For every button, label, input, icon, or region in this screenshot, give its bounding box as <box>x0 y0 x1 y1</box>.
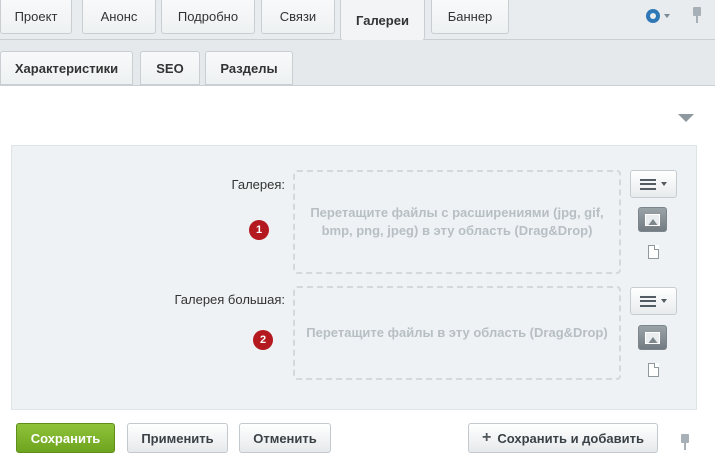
gallery-large-label: Галерея большая: <box>174 292 285 307</box>
apply-button[interactable]: Применить <box>127 423 228 453</box>
tab-project[interactable]: Проект <box>0 0 72 34</box>
gallery-label: Галерея: <box>231 177 285 192</box>
tab-label: Проект <box>14 9 58 24</box>
gallery-large-image-button[interactable] <box>638 325 667 350</box>
step-badge-2: 2 <box>253 330 273 350</box>
tab-seo[interactable]: SEO <box>140 51 200 85</box>
chevron-down-icon <box>664 14 670 18</box>
tab-announce[interactable]: Анонс <box>82 0 156 34</box>
file-icon[interactable] <box>648 245 659 259</box>
step-badge-1: 1 <box>249 220 269 240</box>
tab-label: Разделы <box>220 60 278 76</box>
gallery-dropzone[interactable]: Перетащите файлы с расширениями (jpg, gi… <box>293 170 621 274</box>
settings-menu[interactable] <box>646 8 678 24</box>
pin-icon[interactable] <box>680 434 690 450</box>
plus-icon: + <box>482 429 492 446</box>
tab-details[interactable]: Подробно <box>161 0 255 34</box>
gallery-menu-button[interactable] <box>630 170 677 198</box>
tab-label: Связи <box>279 9 317 24</box>
gear-icon <box>646 9 660 23</box>
pin-icon[interactable] <box>692 7 702 23</box>
tab-label: Баннер <box>447 9 493 24</box>
secondary-tab-bar: Характеристики SEO Разделы <box>0 40 715 86</box>
image-icon <box>645 331 660 344</box>
save-and-add-button[interactable]: + Сохранить и добавить <box>468 423 658 453</box>
gallery-large-menu-button[interactable] <box>630 287 677 315</box>
save-and-add-label: Сохранить и добавить <box>497 430 644 446</box>
triangle-down-icon[interactable] <box>678 114 694 122</box>
chevron-down-icon <box>661 299 667 303</box>
image-icon <box>645 213 660 226</box>
chevron-down-icon <box>661 182 667 186</box>
file-icon[interactable] <box>648 363 659 377</box>
tab-label: Характеристики <box>14 60 119 76</box>
top-tab-bar: Проект Анонс Подробно Связи Галереи Банн… <box>0 0 715 40</box>
cancel-button[interactable]: Отменить <box>239 423 331 453</box>
tab-sections[interactable]: Разделы <box>205 51 293 85</box>
tab-label: Галереи <box>356 12 409 28</box>
save-button[interactable]: Сохранить <box>16 423 115 453</box>
gallery-large-dropzone[interactable]: Перетащите файлы в эту область (Drag&Dro… <box>293 286 621 380</box>
tab-label: Анонс <box>100 9 138 24</box>
tab-label: Подробно <box>177 9 239 24</box>
tab-banner[interactable]: Баннер <box>431 0 509 34</box>
tab-links[interactable]: Связи <box>261 0 335 34</box>
hamburger-menu-icon <box>640 178 656 190</box>
tab-label: SEO <box>156 60 184 76</box>
gallery-image-button[interactable] <box>638 207 667 232</box>
hamburger-menu-icon <box>640 295 656 307</box>
tab-galleries[interactable]: Галереи <box>340 0 425 40</box>
tab-characteristics[interactable]: Характеристики <box>0 51 133 85</box>
